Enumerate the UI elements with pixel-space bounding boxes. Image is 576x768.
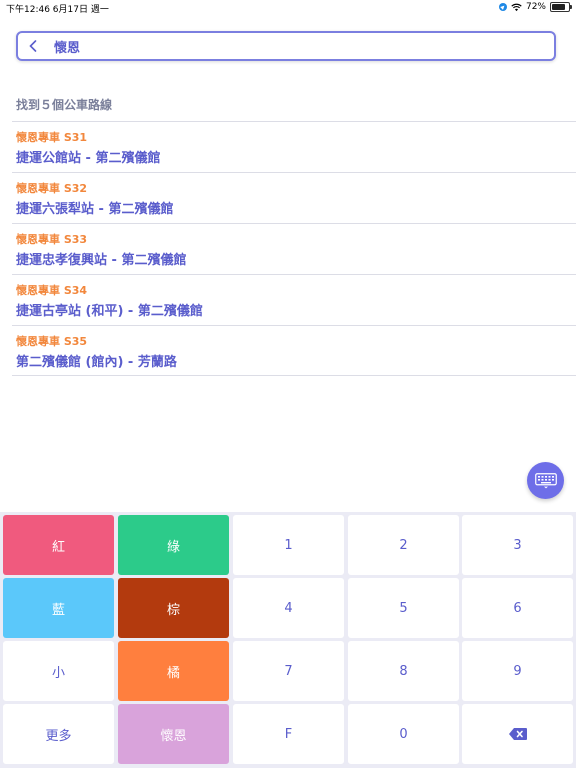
wifi-icon [511,3,522,11]
status-time-date: 下午12:46 6月17日 週一 [6,5,109,15]
back-chevron-icon[interactable] [18,33,48,59]
key-blue[interactable]: 藍 [3,578,114,638]
route-desc: 捷運公館站 - 第二殯儀館 [16,151,161,166]
search-bar [16,31,556,61]
route-item-s33[interactable]: 懷恩專車 S33 捷運忠孝復興站 - 第二殯儀館 [12,223,576,274]
backspace-key[interactable] [462,704,573,764]
route-item-s34[interactable]: 懷恩專車 S34 捷運古亭站 (和平) - 第二殯儀館 [12,274,576,325]
bus-keypad: 紅 綠 1 2 3 藍 棕 4 5 6 小 橘 7 8 9 更多 懷恩 F 0 [0,512,576,768]
key-2[interactable]: 2 [348,515,459,575]
battery-icon [550,2,572,12]
backspace-icon [508,728,527,740]
key-9[interactable]: 9 [462,641,573,701]
keyboard-toggle-button[interactable] [527,462,564,499]
route-item-s32[interactable]: 懷恩專車 S32 捷運六張犁站 - 第二殯儀館 [12,172,576,223]
route-list: 懷恩專車 S31 捷運公館站 - 第二殯儀館 懷恩專車 S32 捷運六張犁站 -… [12,121,576,376]
route-name: 懷恩專車 S32 [16,182,88,195]
key-0[interactable]: 0 [348,704,459,764]
key-f[interactable]: F [233,704,344,764]
status-bar: 下午12:46 6月17日 週一 72% [0,0,576,16]
route-name: 懷恩專車 S34 [16,284,88,297]
key-small[interactable]: 小 [3,641,114,701]
route-desc: 第二殯儀館 (館內) - 芳蘭路 [16,355,177,370]
route-desc: 捷運忠孝復興站 - 第二殯儀館 [16,253,187,268]
keyboard-icon [534,472,557,488]
status-indicators: 72% [498,2,572,12]
route-desc: 捷運古亭站 (和平) - 第二殯儀館 [16,304,203,319]
key-3[interactable]: 3 [462,515,573,575]
route-item-s35[interactable]: 懷恩專車 S35 第二殯儀館 (館內) - 芳蘭路 [12,325,576,376]
key-orange[interactable]: 橘 [118,641,229,701]
key-red[interactable]: 紅 [3,515,114,575]
key-brown[interactable]: 棕 [118,578,229,638]
key-4[interactable]: 4 [233,578,344,638]
key-1[interactable]: 1 [233,515,344,575]
search-input[interactable] [48,38,534,54]
key-green[interactable]: 綠 [118,515,229,575]
key-8[interactable]: 8 [348,641,459,701]
key-6[interactable]: 6 [462,578,573,638]
route-name: 懷恩專車 S33 [16,233,88,246]
location-icon [498,3,507,11]
key-huaien[interactable]: 懷恩 [118,704,229,764]
key-7[interactable]: 7 [233,641,344,701]
route-name: 懷恩專車 S35 [16,335,88,348]
route-name: 懷恩專車 S31 [16,131,88,144]
key-5[interactable]: 5 [348,578,459,638]
route-desc: 捷運六張犁站 - 第二殯儀館 [16,202,174,217]
route-item-s31[interactable]: 懷恩專車 S31 捷運公館站 - 第二殯儀館 [12,121,576,172]
key-more[interactable]: 更多 [3,704,114,764]
battery-percent: 72% [525,2,546,12]
result-count: 找到５個公車路線 [16,98,113,112]
